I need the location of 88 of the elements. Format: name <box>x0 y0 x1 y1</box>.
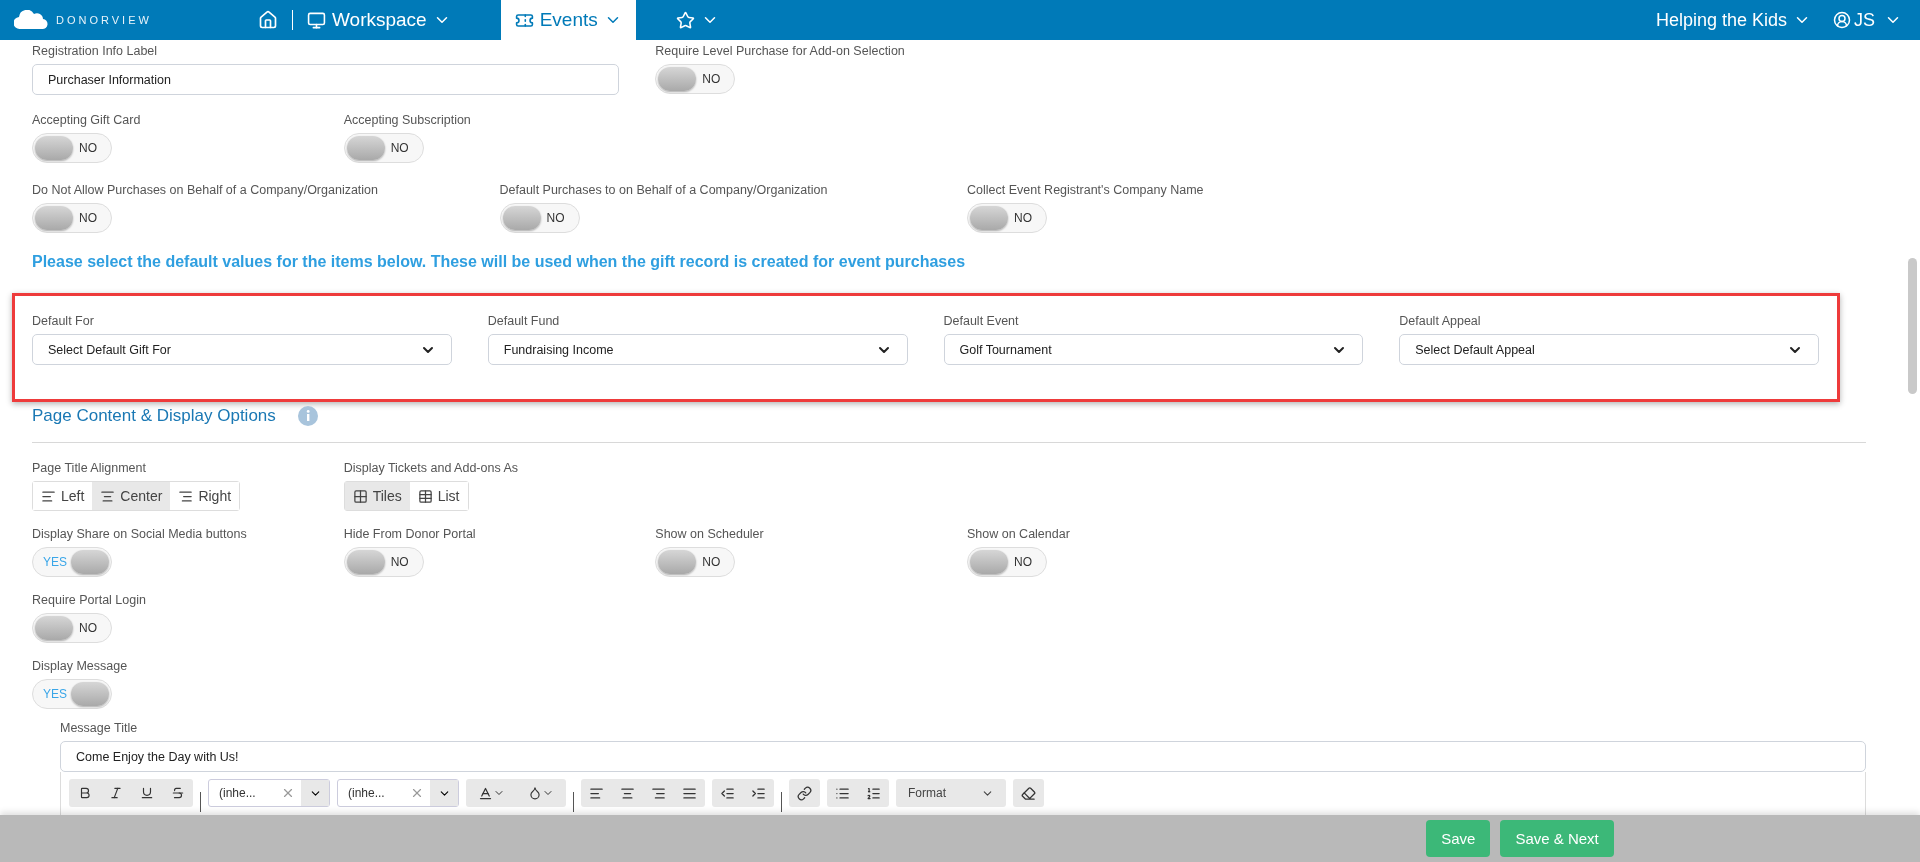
field-label: Require Level Purchase for Add-on Selection <box>655 44 906 58</box>
select-field[interactable]: Select Default Gift For <box>32 334 452 365</box>
field-label: Page Title Alignment <box>32 461 147 475</box>
toggle-switch[interactable]: NO <box>499 203 580 233</box>
toggle-text: NO <box>546 211 565 225</box>
droplet-icon <box>528 786 542 800</box>
close-icon <box>281 786 295 800</box>
numbered-list-icon <box>866 785 881 801</box>
field-label: Default Fund <box>487 314 561 328</box>
select-field[interactable]: Golf Tournament <box>943 334 1364 365</box>
toggle-text: YES <box>43 555 67 569</box>
outdent-icon <box>720 785 735 801</box>
nav-tab[interactable]: Events <box>500 0 636 40</box>
field-label: Default Appeal <box>1399 314 1482 328</box>
text-field[interactable]: Come Enjoy the Day with Us! <box>60 741 1866 772</box>
toggle-text: NO <box>702 555 721 569</box>
section-title: Page Content & Display Options <box>32 406 276 426</box>
toggle-text: NO <box>702 72 721 86</box>
field-label: Show on Scheduler <box>655 527 765 541</box>
nav-tab[interactable]: Workspace <box>297 0 461 40</box>
toggle-text: NO <box>79 621 97 635</box>
align-center-icon <box>620 785 635 801</box>
table-icon <box>417 488 433 504</box>
select-field[interactable]: Fundraising Income <box>487 334 908 365</box>
strikethrough-icon <box>170 786 185 800</box>
field-label: Registration Info Label <box>32 44 159 58</box>
text-color-icon <box>477 785 493 801</box>
grid-icon <box>352 488 368 504</box>
field-label: Message Title <box>60 721 139 735</box>
field-label: Accepting Gift Card <box>32 113 142 127</box>
field-label: Display Tickets and Add-ons As <box>343 461 520 475</box>
toggle-text: NO <box>1014 211 1032 225</box>
toggle-switch[interactable]: NO <box>655 547 736 577</box>
font-dropdown[interactable]: (inhe... <box>337 779 459 807</box>
align-right-icon <box>651 785 666 801</box>
field-label: Default For <box>32 314 95 328</box>
link-icon <box>797 785 812 801</box>
format-dropdown[interactable]: Format <box>896 779 1006 807</box>
align-icon <box>41 488 56 504</box>
toggle-switch[interactable]: NO <box>967 203 1047 233</box>
star-icon <box>675 10 695 30</box>
toggle-switch[interactable]: NO <box>32 613 112 643</box>
field-label: Display Share on Social Media buttons <box>32 527 248 541</box>
toggle-text: NO <box>1014 555 1032 569</box>
toggle-text: NO <box>390 141 409 155</box>
select-field[interactable]: Select Default Appeal <box>1399 334 1819 365</box>
justify-icon <box>682 785 697 801</box>
align-left-icon <box>589 785 604 801</box>
toggle-text: NO <box>390 555 409 569</box>
toggle-switch[interactable]: NO <box>343 133 424 163</box>
eraser-icon <box>1021 785 1036 801</box>
indent-icon <box>751 785 766 801</box>
user-menu[interactable]: JS <box>1833 9 1902 31</box>
toggle-switch[interactable]: NO <box>343 547 424 577</box>
field-label: Show on Calendar <box>967 527 1071 541</box>
field-label: Hide From Donor Portal <box>343 527 477 541</box>
home-icon <box>258 10 278 30</box>
field-label: Collect Event Registrant's Company Name <box>967 183 1205 197</box>
brand-name: DONORVIEW <box>56 14 152 26</box>
field-label: Accepting Subscription <box>343 113 472 127</box>
toggle-switch[interactable]: NO <box>32 203 112 233</box>
align-icon <box>100 488 116 504</box>
text-field[interactable]: Purchaser Information <box>32 64 620 95</box>
field-label: Default Event <box>943 314 1020 328</box>
instruction-text: Please select the default values for the items below. These will be used when the gift record is created for event purchases <box>32 253 967 271</box>
logo-icon <box>14 10 48 30</box>
underline-icon <box>139 786 154 800</box>
field-label: Display Message <box>32 659 129 673</box>
bullet-list-icon <box>835 785 850 801</box>
font-dropdown[interactable]: (inhe... <box>208 779 330 807</box>
field-label: Default Purchases to on Behalf of a Company/Organization <box>499 183 829 197</box>
field-label: Require Portal Login <box>32 593 147 607</box>
toggle-switch[interactable]: NO <box>967 547 1047 577</box>
toggle-switch[interactable]: NO <box>32 133 112 163</box>
monitor-icon <box>307 10 326 30</box>
close-icon <box>410 786 424 800</box>
segment-button[interactable]: Tiles <box>344 482 410 510</box>
field-label: Do Not Allow Purchases on Behalf of a Company/Organization <box>32 183 380 197</box>
segment-button[interactable]: Center <box>92 482 171 510</box>
align-icon <box>178 488 194 504</box>
italic-icon <box>108 786 123 800</box>
toggle-text: NO <box>79 211 97 225</box>
toggle-text: NO <box>79 141 97 155</box>
toggle-text: YES <box>43 687 67 701</box>
scrollbar[interactable] <box>1908 258 1917 394</box>
organization-menu[interactable]: Helping the Kids <box>1655 9 1811 31</box>
user-icon <box>1833 11 1851 29</box>
toggle-switch[interactable]: NO <box>655 64 736 94</box>
